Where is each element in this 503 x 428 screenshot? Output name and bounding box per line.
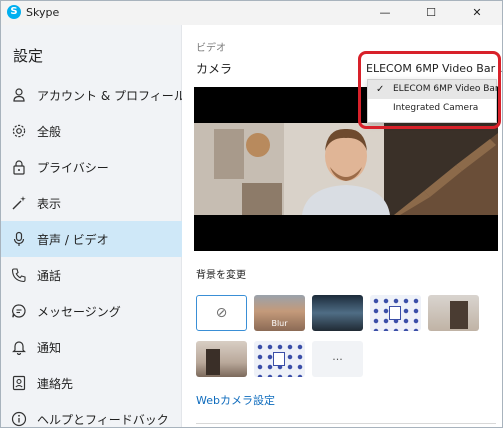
sidebar-item-audio-video[interactable]: 音声 / ビデオ [1,221,182,257]
window-title: Skype [26,6,60,19]
sidebar-item-privacy[interactable]: プライバシー [1,149,182,185]
sidebar-item-label: 表示 [37,196,62,211]
door-icon [206,349,220,375]
video-section-label: ビデオ [196,43,226,54]
background-room2-tile[interactable] [196,341,247,377]
blur-label: Blur [271,319,288,328]
sidebar-item-appearance[interactable]: 表示 [1,185,182,221]
person-icon [11,87,27,103]
sidebar-item-label: 全般 [37,124,62,139]
settings-sidebar: 設定 アカウント & プロフィール 全般 プライバシー 表示 音声 / ビデオ … [1,25,186,427]
no-background-icon: ⊘ [215,305,228,321]
info-icon [11,411,27,427]
camera-option-label: Integrated Camera [393,103,479,113]
title-bar: S Skype — ☐ ✕ [1,1,502,25]
more-icon: ··· [332,352,343,366]
background-blur-tile[interactable]: Blur [254,295,305,331]
checkmark-icon: ✓ [376,84,385,95]
sidebar-item-contacts[interactable]: 連絡先 [1,365,182,401]
sidebar-item-label: 連絡先 [37,376,74,391]
more-backgrounds-button[interactable]: ··· [312,341,363,377]
sidebar-item-label: 通知 [37,340,62,355]
chat-icon [11,303,27,319]
sidebar-item-help-feedback[interactable]: ヘルプとフィードバック [1,401,182,427]
camera-select-value: ELECOM 6MP Video Bar [366,62,496,75]
settings-title: 設定 [13,47,44,65]
gear-icon [11,123,27,139]
chevron-down-icon: ⌄ [498,65,502,74]
microphone-icon [11,231,27,247]
sidebar-item-label: メッセージング [37,304,121,319]
background-water-tile[interactable] [312,295,363,331]
camera-select[interactable]: ELECOM 6MP Video Bar⌄ [366,62,502,75]
phone-icon [11,267,27,283]
camera-option-integrated[interactable]: Integrated Camera [368,99,496,118]
lock-icon [11,159,27,175]
camera-label: カメラ [196,62,233,76]
picture-frame-icon [273,352,285,366]
minimize-button[interactable]: — [362,1,408,25]
bell-icon [11,339,27,355]
sidebar-item-label: ヘルプとフィードバック [37,412,169,427]
settings-nav: アカウント & プロフィール 全般 プライバシー 表示 音声 / ビデオ 通話 … [1,77,186,427]
sidebar-item-messaging[interactable]: メッセージング [1,293,182,329]
background-pattern2-tile[interactable] [254,341,305,377]
divider [196,423,496,424]
maximize-button[interactable]: ☐ [408,1,454,25]
background-room-tile[interactable] [428,295,479,331]
skype-logo-icon: S [7,5,21,19]
camera-option-label: ELECOM 6MP Video Bar [393,84,499,94]
skype-window: S Skype — ☐ ✕ 設定 アカウント & プロフィール 全般 プライバシ… [0,0,503,428]
sidebar-item-general[interactable]: 全般 [1,113,182,149]
magic-wand-icon [11,195,27,211]
sidebar-item-calling[interactable]: 通話 [1,257,182,293]
sidebar-item-label: 音声 / ビデオ [37,232,109,247]
close-button[interactable]: ✕ [454,1,500,25]
camera-dropdown-menu: ✓ ELECOM 6MP Video Bar Integrated Camera [367,79,499,123]
door-icon [450,301,468,329]
sidebar-item-label: プライバシー [37,160,109,175]
camera-preview-image [194,123,498,215]
sidebar-item-notifications[interactable]: 通知 [1,329,182,365]
picture-frame-icon [389,306,401,320]
change-background-label: 背景を変更 [196,270,246,281]
webcam-settings-link[interactable]: Webカメラ設定 [196,392,275,408]
sidebar-item-label: アカウント & プロフィール [37,88,186,103]
background-pattern-tile[interactable] [370,295,421,331]
camera-option-elecom[interactable]: ✓ ELECOM 6MP Video Bar [368,80,499,99]
background-none-tile[interactable]: ⊘ [196,295,247,331]
sidebar-item-label: 通話 [37,268,62,283]
sidebar-item-account[interactable]: アカウント & プロフィール [1,77,186,113]
contact-card-icon [11,375,27,391]
